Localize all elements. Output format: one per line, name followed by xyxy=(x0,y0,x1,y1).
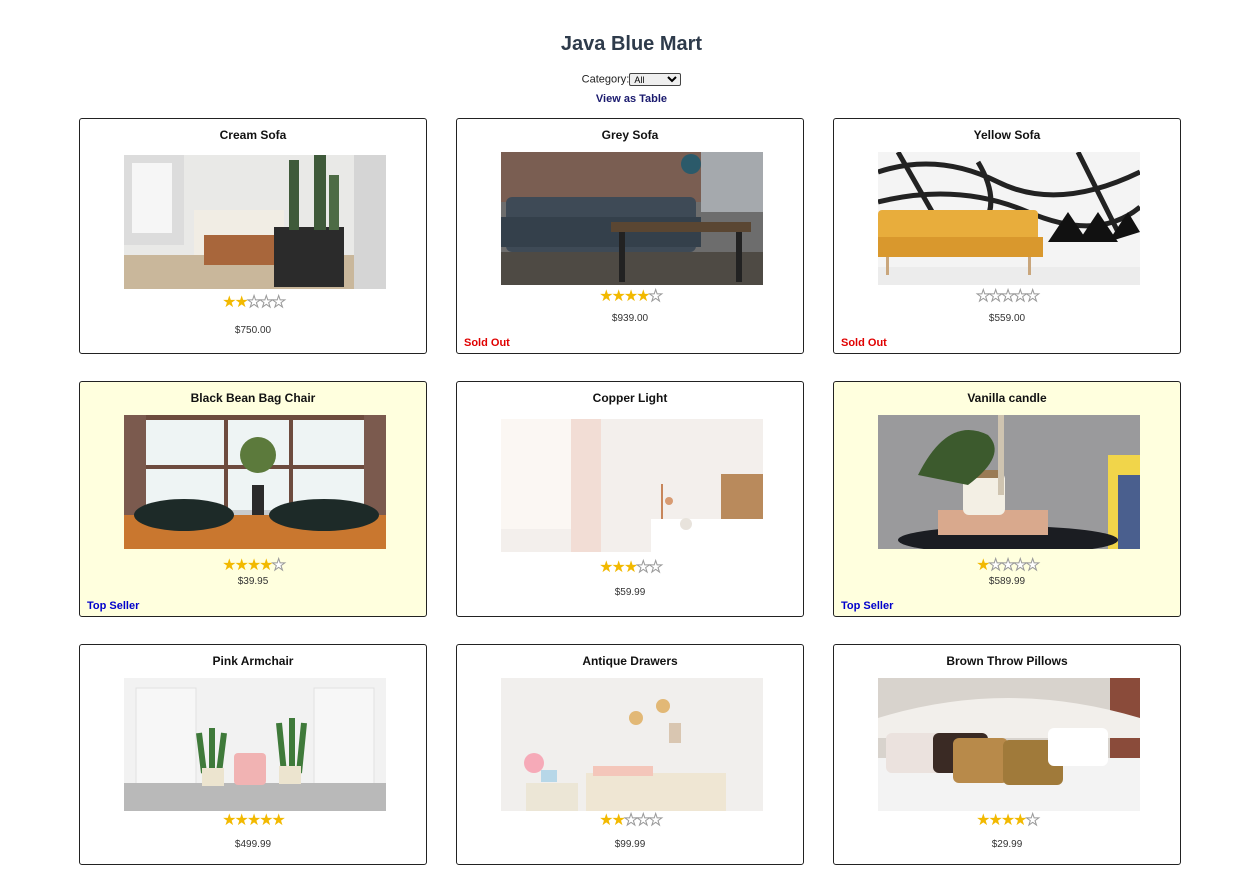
star-empty-icon: ★ xyxy=(1013,557,1028,574)
star-filled-icon: ★ xyxy=(271,812,286,829)
sold-out-badge: Sold Out xyxy=(841,337,887,349)
product-name: Cream Sofa xyxy=(219,128,287,142)
product-image[interactable] xyxy=(501,419,763,552)
rating-stars: ★★★★★ xyxy=(80,813,426,829)
star-empty-icon: ★ xyxy=(1000,557,1015,574)
product-card[interactable]: Grey Sofa ★★★★★ $939.00 Sold Out xyxy=(456,118,804,354)
star-empty-icon: ★ xyxy=(271,557,286,574)
product-card[interactable]: Pink Armchair ★★★★★ $499.99 xyxy=(79,644,427,865)
star-filled-icon: ★ xyxy=(611,559,625,576)
star-empty-icon: ★ xyxy=(1025,557,1040,574)
star-empty-icon: ★ xyxy=(648,812,663,829)
product-card[interactable]: Black Bean Bag Chair ★★★★★ $39.95 Top Selle… xyxy=(79,381,427,617)
star-empty-icon: ★ xyxy=(636,559,651,576)
product-price: $99.99 xyxy=(614,839,646,850)
product-image[interactable] xyxy=(501,152,763,285)
star-filled-icon: ★ xyxy=(1013,812,1027,829)
star-empty-icon: ★ xyxy=(623,812,638,829)
star-empty-icon: ★ xyxy=(1025,812,1040,829)
star-filled-icon: ★ xyxy=(976,557,990,574)
star-filled-icon: ★ xyxy=(611,288,625,305)
product-price: $39.95 xyxy=(237,576,269,587)
product-image[interactable] xyxy=(124,678,386,811)
star-filled-icon: ★ xyxy=(234,294,248,311)
star-filled-icon: ★ xyxy=(222,294,236,311)
page-title: Java Blue Mart xyxy=(560,33,703,55)
rating-stars: ★★★★★ xyxy=(834,288,1180,305)
product-price: $29.99 xyxy=(991,839,1023,850)
product-name: Pink Armchair xyxy=(212,654,294,668)
star-filled-icon: ★ xyxy=(611,812,625,829)
star-filled-icon: ★ xyxy=(222,812,236,829)
product-price: $59.99 xyxy=(614,587,646,598)
star-empty-icon: ★ xyxy=(259,294,274,311)
star-empty-icon: ★ xyxy=(1013,288,1028,305)
product-price: $559.00 xyxy=(988,313,1026,324)
category-label: Category: xyxy=(581,73,630,86)
top-seller-badge: Top Seller xyxy=(87,600,140,612)
star-empty-icon: ★ xyxy=(988,288,1003,305)
product-price: $939.00 xyxy=(611,313,649,324)
product-card[interactable]: Antique Drawers ★★★★★ $99.99 xyxy=(456,644,804,865)
star-empty-icon: ★ xyxy=(246,294,261,311)
star-filled-icon: ★ xyxy=(976,812,990,829)
star-filled-icon: ★ xyxy=(222,557,236,574)
star-empty-icon: ★ xyxy=(271,294,286,311)
product-card[interactable]: Copper Light ★★★★★ $59.99 xyxy=(456,381,804,617)
star-empty-icon: ★ xyxy=(988,557,1003,574)
product-card[interactable]: Cream Sofa ★★★★★ $750.00 xyxy=(79,118,427,354)
product-card[interactable]: Vanilla candle ★★★★★ $589.99 Top Seller xyxy=(833,381,1181,617)
product-image[interactable] xyxy=(501,678,763,811)
rating-stars: ★★★★★ xyxy=(80,557,426,574)
star-filled-icon: ★ xyxy=(259,812,273,829)
rating-stars: ★★★★★ xyxy=(834,557,1180,574)
product-image[interactable] xyxy=(878,678,1140,811)
star-empty-icon: ★ xyxy=(648,559,663,576)
rating-stars: ★★★★★ xyxy=(457,812,803,829)
star-filled-icon: ★ xyxy=(1000,812,1015,829)
product-price: $750.00 xyxy=(234,325,272,336)
product-name: Brown Throw Pillows xyxy=(946,654,1068,668)
star-filled-icon: ★ xyxy=(623,288,638,305)
star-empty-icon: ★ xyxy=(636,812,651,829)
rating-stars: ★★★★★ xyxy=(457,559,803,576)
product-name: Black Bean Bag Chair xyxy=(190,391,316,405)
star-filled-icon: ★ xyxy=(599,288,613,305)
star-filled-icon: ★ xyxy=(246,557,261,574)
product-card[interactable]: Yellow Sofa ★★★★★ $559.00 Sold Out xyxy=(833,118,1181,354)
view-as-table-link[interactable]: View as Table xyxy=(0,93,1233,105)
product-image[interactable] xyxy=(124,415,386,549)
star-empty-icon: ★ xyxy=(976,288,991,305)
star-filled-icon: ★ xyxy=(599,812,613,829)
rating-stars: ★★★★★ xyxy=(457,288,803,305)
star-filled-icon: ★ xyxy=(988,812,1002,829)
top-seller-badge: Top Seller xyxy=(841,600,894,612)
product-name: Copper Light xyxy=(592,391,668,405)
star-filled-icon: ★ xyxy=(599,559,613,576)
star-filled-icon: ★ xyxy=(234,557,248,574)
category-select[interactable]: All xyxy=(629,73,682,86)
product-price: $589.99 xyxy=(988,576,1026,587)
product-name: Grey Sofa xyxy=(601,128,659,142)
star-filled-icon: ★ xyxy=(246,812,261,829)
product-card[interactable]: Brown Throw Pillows ★★★★★ $29.99 xyxy=(833,644,1181,865)
product-name: Antique Drawers xyxy=(582,654,678,668)
sold-out-badge: Sold Out xyxy=(464,337,510,349)
product-name: Yellow Sofa xyxy=(973,128,1041,142)
star-filled-icon: ★ xyxy=(623,559,638,576)
product-image[interactable] xyxy=(878,415,1140,549)
star-empty-icon: ★ xyxy=(648,288,663,305)
star-empty-icon: ★ xyxy=(1000,288,1015,305)
product-image[interactable] xyxy=(878,152,1140,285)
rating-stars: ★★★★★ xyxy=(80,294,426,311)
product-price: $499.99 xyxy=(234,839,272,850)
category-filter: Category: All xyxy=(0,73,1233,86)
star-filled-icon: ★ xyxy=(234,812,248,829)
star-empty-icon: ★ xyxy=(1025,288,1040,305)
star-filled-icon: ★ xyxy=(636,288,650,305)
product-image[interactable] xyxy=(124,155,386,289)
rating-stars: ★★★★★ xyxy=(834,812,1180,829)
product-name: Vanilla candle xyxy=(967,391,1047,405)
star-filled-icon: ★ xyxy=(259,557,273,574)
